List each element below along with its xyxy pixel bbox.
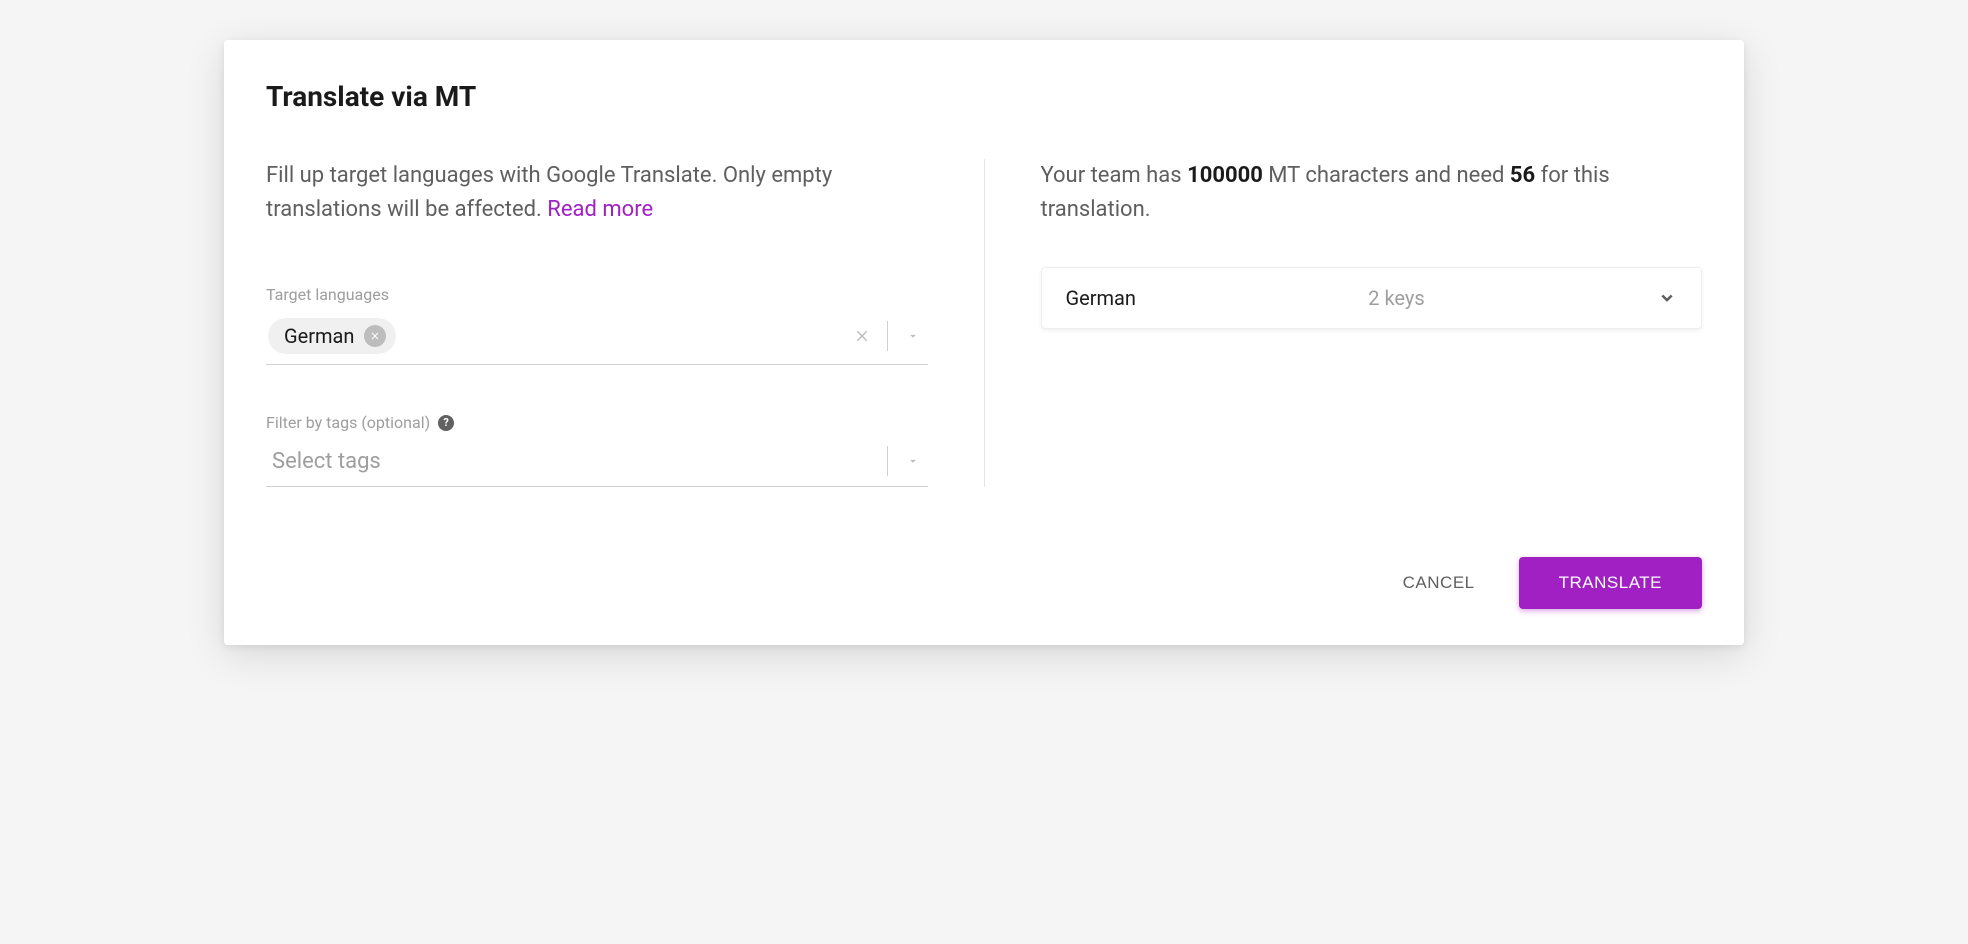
- language-summary-card[interactable]: German 2 keys: [1041, 267, 1703, 329]
- left-column: Fill up target languages with Google Tra…: [266, 159, 985, 487]
- target-languages-label: Target languages: [266, 285, 928, 304]
- modal-columns: Fill up target languages with Google Tra…: [266, 159, 1702, 487]
- chevron-down-icon: [906, 329, 920, 343]
- dropdown-toggle[interactable]: [896, 454, 926, 468]
- needed-characters-count: 56: [1510, 163, 1535, 188]
- help-icon[interactable]: ?: [438, 415, 454, 431]
- modal-title: Translate via MT: [266, 80, 1702, 113]
- summary-keys: 2 keys: [1136, 286, 1657, 310]
- clear-all-button[interactable]: [845, 327, 879, 345]
- dropdown-toggle[interactable]: [896, 329, 926, 343]
- right-column: Your team has 100000 MT characters and n…: [985, 159, 1703, 487]
- summary-language: German: [1066, 286, 1136, 310]
- language-chip-label: German: [284, 324, 354, 348]
- filter-tags-placeholder: Select tags: [268, 449, 381, 474]
- filter-tags-select[interactable]: Select tags: [266, 442, 928, 487]
- mt-characters-text: Your team has 100000 MT characters and n…: [1041, 159, 1703, 227]
- mt-characters-count: 100000: [1187, 163, 1263, 188]
- read-more-link[interactable]: Read more: [547, 197, 653, 222]
- cancel-button[interactable]: CANCEL: [1395, 561, 1483, 605]
- text-prefix: Your team has: [1041, 163, 1188, 188]
- description-text: Fill up target languages with Google Tra…: [266, 159, 928, 227]
- filter-tags-label-text: Filter by tags (optional): [266, 413, 430, 432]
- filter-tags-field: Filter by tags (optional) ? Select tags: [266, 413, 928, 487]
- translate-mt-modal: Translate via MT Fill up target language…: [224, 40, 1744, 645]
- language-chip: German: [268, 318, 396, 354]
- select-divider: [887, 321, 888, 351]
- target-languages-field: Target languages German: [266, 285, 928, 365]
- target-languages-select[interactable]: German: [266, 314, 928, 365]
- translate-button[interactable]: TRANSLATE: [1519, 557, 1702, 609]
- close-icon: [853, 327, 871, 345]
- filter-tags-label: Filter by tags (optional) ?: [266, 413, 928, 432]
- select-divider: [887, 446, 888, 476]
- chevron-down-icon: [1657, 288, 1677, 308]
- remove-chip-button[interactable]: [364, 325, 386, 347]
- chevron-down-icon: [906, 454, 920, 468]
- summary-expand-toggle[interactable]: [1657, 288, 1677, 308]
- modal-actions: CANCEL TRANSLATE: [266, 557, 1702, 609]
- text-middle: MT characters and need: [1263, 163, 1510, 188]
- close-icon: [369, 330, 381, 342]
